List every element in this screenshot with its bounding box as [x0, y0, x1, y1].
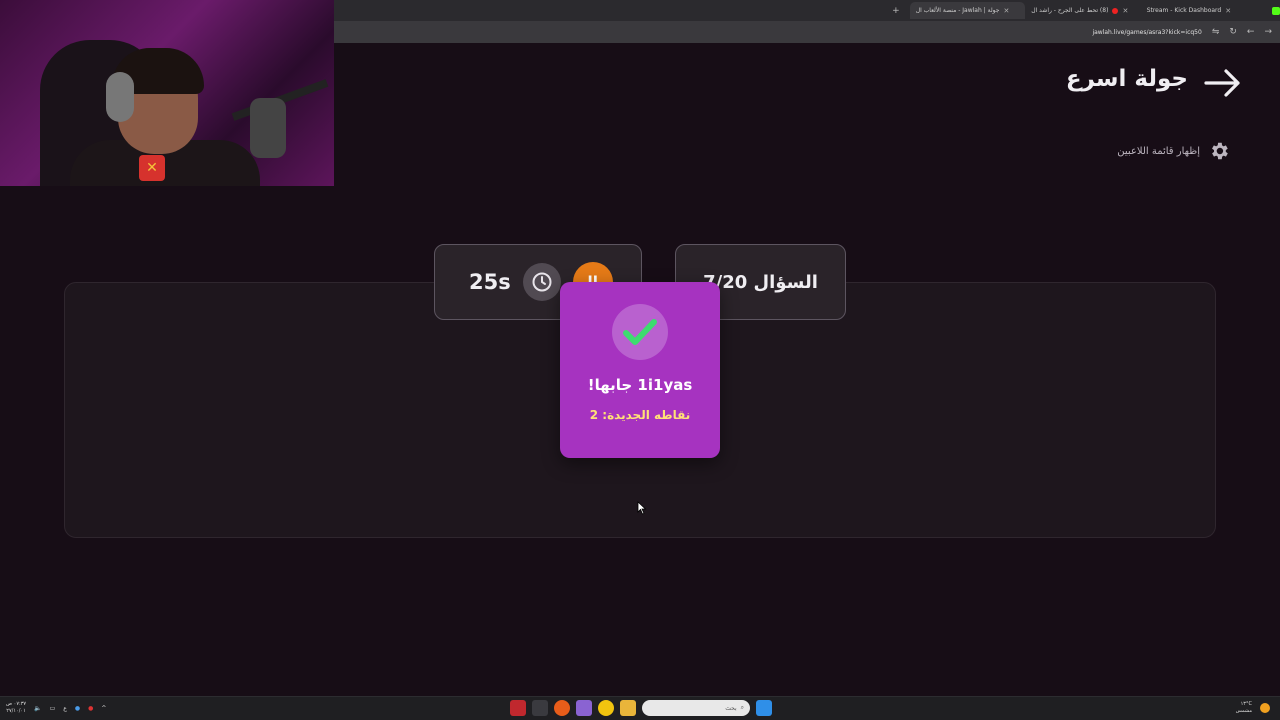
close-icon[interactable]: ✕ — [1122, 7, 1128, 15]
search-placeholder: بحث — [725, 704, 737, 712]
tune-icon[interactable]: ⇋ — [1212, 27, 1220, 37]
gear-icon — [1212, 142, 1228, 160]
weather-temp: ١٣°C — [1240, 701, 1252, 707]
kick-icon[interactable] — [1272, 6, 1280, 15]
app-icon[interactable] — [532, 700, 548, 716]
firefox-icon[interactable] — [554, 700, 570, 716]
browser-urlbar: jawlah.live/games/asra3?kick=icq50 ⇋ ↻ ←… — [334, 21, 1280, 43]
microphone — [250, 98, 286, 158]
tab-youtube[interactable]: ✕ (8) تحط على الجرح - راشد ال — [1025, 2, 1140, 19]
taskbar-apps: بحث ⌕ — [510, 700, 772, 716]
settings-label: إظهار قائمة اللاعبين — [1117, 145, 1200, 157]
discord-icon[interactable] — [576, 700, 592, 716]
timer-value: 25s — [469, 270, 511, 294]
taskbar-search[interactable]: بحث ⌕ — [642, 700, 750, 716]
page-title: جولة اسرع — [1065, 66, 1188, 92]
popup-title: 1i1yas جابها! — [587, 376, 693, 394]
volume-icon[interactable]: 🔈 — [34, 705, 41, 712]
headset — [106, 72, 134, 122]
mouse-cursor-icon — [637, 501, 647, 515]
youtube-icon — [1112, 7, 1119, 14]
file-explorer-icon[interactable] — [620, 700, 636, 716]
checkmark-icon — [612, 304, 668, 360]
obs-icon[interactable] — [510, 700, 526, 716]
sun-icon — [1260, 703, 1270, 713]
screen: + ✕ جولة | Jawlah - منصة الألعاب ال ✕ (8… — [0, 0, 1280, 720]
weather-widget[interactable]: ١٣°C مشمس — [1236, 701, 1270, 715]
date-text: ٢٧/١٠/٠١ — [6, 708, 26, 714]
reload-icon[interactable]: ↻ — [1229, 27, 1237, 37]
browser-tabbar: + ✕ جولة | Jawlah - منصة الألعاب ال ✕ (8… — [334, 0, 1280, 21]
url-field[interactable]: jawlah.live/games/asra3?kick=icq50 — [1092, 29, 1201, 36]
tab-label: جولة | Jawlah - منصة الألعاب ال — [915, 7, 1000, 14]
mic-icon[interactable]: ● — [75, 705, 80, 712]
new-tab-button[interactable]: + — [890, 6, 902, 16]
tab-label: (8) تحط على الجرح - راشد ال — [1031, 7, 1109, 14]
popup-points: نقاطه الجديدة: 2 — [589, 408, 691, 422]
network-icon[interactable]: ▭ — [50, 705, 56, 712]
correct-answer-popup: 1i1yas جابها! نقاطه الجديدة: 2 — [560, 282, 720, 458]
taskbar: ٠٧:٣٧ ص ٢٧/١٠/٠١ 🔈 ▭ ع ● ● ^ بحث ⌕ ١٣°C … — [0, 696, 1280, 720]
windows-start-icon[interactable] — [756, 700, 772, 716]
show-players-toggle[interactable]: إظهار قائمة اللاعبين — [1117, 140, 1230, 162]
chevron-up-icon[interactable]: ^ — [101, 705, 106, 712]
tab-kick-dashboard[interactable]: ✕ Stream - Kick Dashboard — [1141, 2, 1256, 19]
clock-icon — [522, 263, 561, 301]
back-icon[interactable]: ← — [1247, 27, 1255, 37]
taskbar-tray-left: ٠٧:٣٧ ص ٢٧/١٠/٠١ 🔈 ▭ ع ● ● ^ — [6, 701, 106, 715]
search-icon: ⌕ — [740, 704, 744, 711]
forward-icon[interactable]: → — [1264, 27, 1272, 37]
time-text: ٠٧:٣٧ ص — [6, 701, 27, 707]
webcam-overlay: ✕ — [0, 0, 334, 186]
chrome-icon[interactable] — [598, 700, 614, 716]
close-icon[interactable]: ✕ — [1225, 7, 1231, 15]
tab-label: Stream - Kick Dashboard — [1146, 7, 1222, 14]
tab-jawlah[interactable]: ✕ جولة | Jawlah - منصة الألعاب ال — [909, 2, 1026, 19]
weather-text: مشمس — [1235, 708, 1252, 714]
channel-logo-icon: ✕ — [139, 155, 165, 181]
back-arrow-icon[interactable] — [1204, 68, 1242, 98]
language-indicator[interactable]: ع — [63, 705, 67, 712]
clock-display[interactable]: ٠٧:٣٧ ص ٢٧/١٠/٠١ — [6, 701, 26, 715]
close-icon[interactable]: ✕ — [1003, 7, 1009, 15]
app-tray-icon[interactable]: ● — [88, 705, 93, 712]
